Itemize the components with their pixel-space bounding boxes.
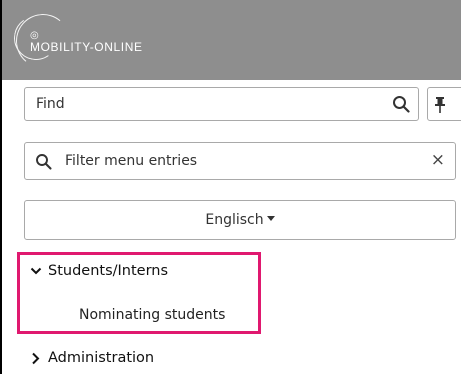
pin-button[interactable]	[427, 87, 461, 121]
search-icon[interactable]	[392, 95, 410, 113]
pin-icon	[435, 97, 445, 113]
menu-subitem-nominating-students[interactable]: Nominating students	[79, 307, 225, 323]
logo-text: MOBILITY-ONLINE	[30, 40, 143, 54]
filter-menu-placeholder: Filter menu entries	[65, 153, 198, 169]
app-header: ◎ MOBILITY-ONLINE	[2, 0, 461, 80]
menu-item-label: Students/Interns	[48, 263, 169, 279]
sidebar: ◎ MOBILITY-ONLINE Find Filter menu entri…	[0, 0, 461, 374]
find-input[interactable]: Find	[24, 87, 419, 121]
find-input-text: Find	[36, 96, 65, 112]
menu-item-label: Administration	[48, 350, 155, 366]
language-dropdown-label: Englisch	[25, 212, 455, 228]
language-value: Englisch	[205, 212, 264, 228]
language-dropdown[interactable]: Englisch	[24, 200, 456, 240]
search-icon	[36, 154, 52, 170]
close-icon[interactable]: ×	[431, 150, 445, 170]
caret-down-icon	[266, 216, 275, 221]
filter-menu-input[interactable]: Filter menu entries ×	[24, 142, 456, 180]
chevron-down-icon	[30, 267, 42, 275]
chevron-right-icon	[32, 352, 40, 365]
